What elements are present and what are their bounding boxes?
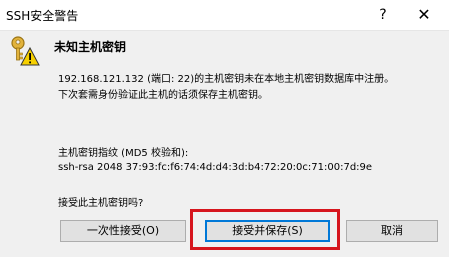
fingerprint-value: ssh-rsa 2048 37:93:fc:f6:74:4d:d4:3d:b4:…	[58, 162, 373, 173]
accept-question: 接受此主机密钥吗?	[58, 198, 144, 209]
message-line-1: 192.168.121.132 (端口: 22)的主机密钥未在本地主机密钥数据库…	[58, 74, 395, 85]
dialog-heading: 未知主机密钥	[54, 40, 127, 54]
message-line-2: 下次套需身份验证此主机的话须保存主机密钥。	[58, 90, 268, 101]
cancel-button[interactable]: 取消	[346, 220, 438, 242]
title-bar: SSH安全警告 ? ✕	[0, 0, 449, 31]
highlight-box	[190, 209, 340, 250]
fingerprint-label: 主机密钥指纹 (MD5 校验和):	[58, 148, 189, 159]
close-button[interactable]: ✕	[409, 3, 439, 27]
key-warning-icon	[11, 36, 40, 66]
window-title: SSH安全警告	[6, 9, 79, 23]
help-button[interactable]: ?	[371, 4, 395, 26]
accept-once-button[interactable]: 一次性接受(O)	[60, 220, 186, 242]
